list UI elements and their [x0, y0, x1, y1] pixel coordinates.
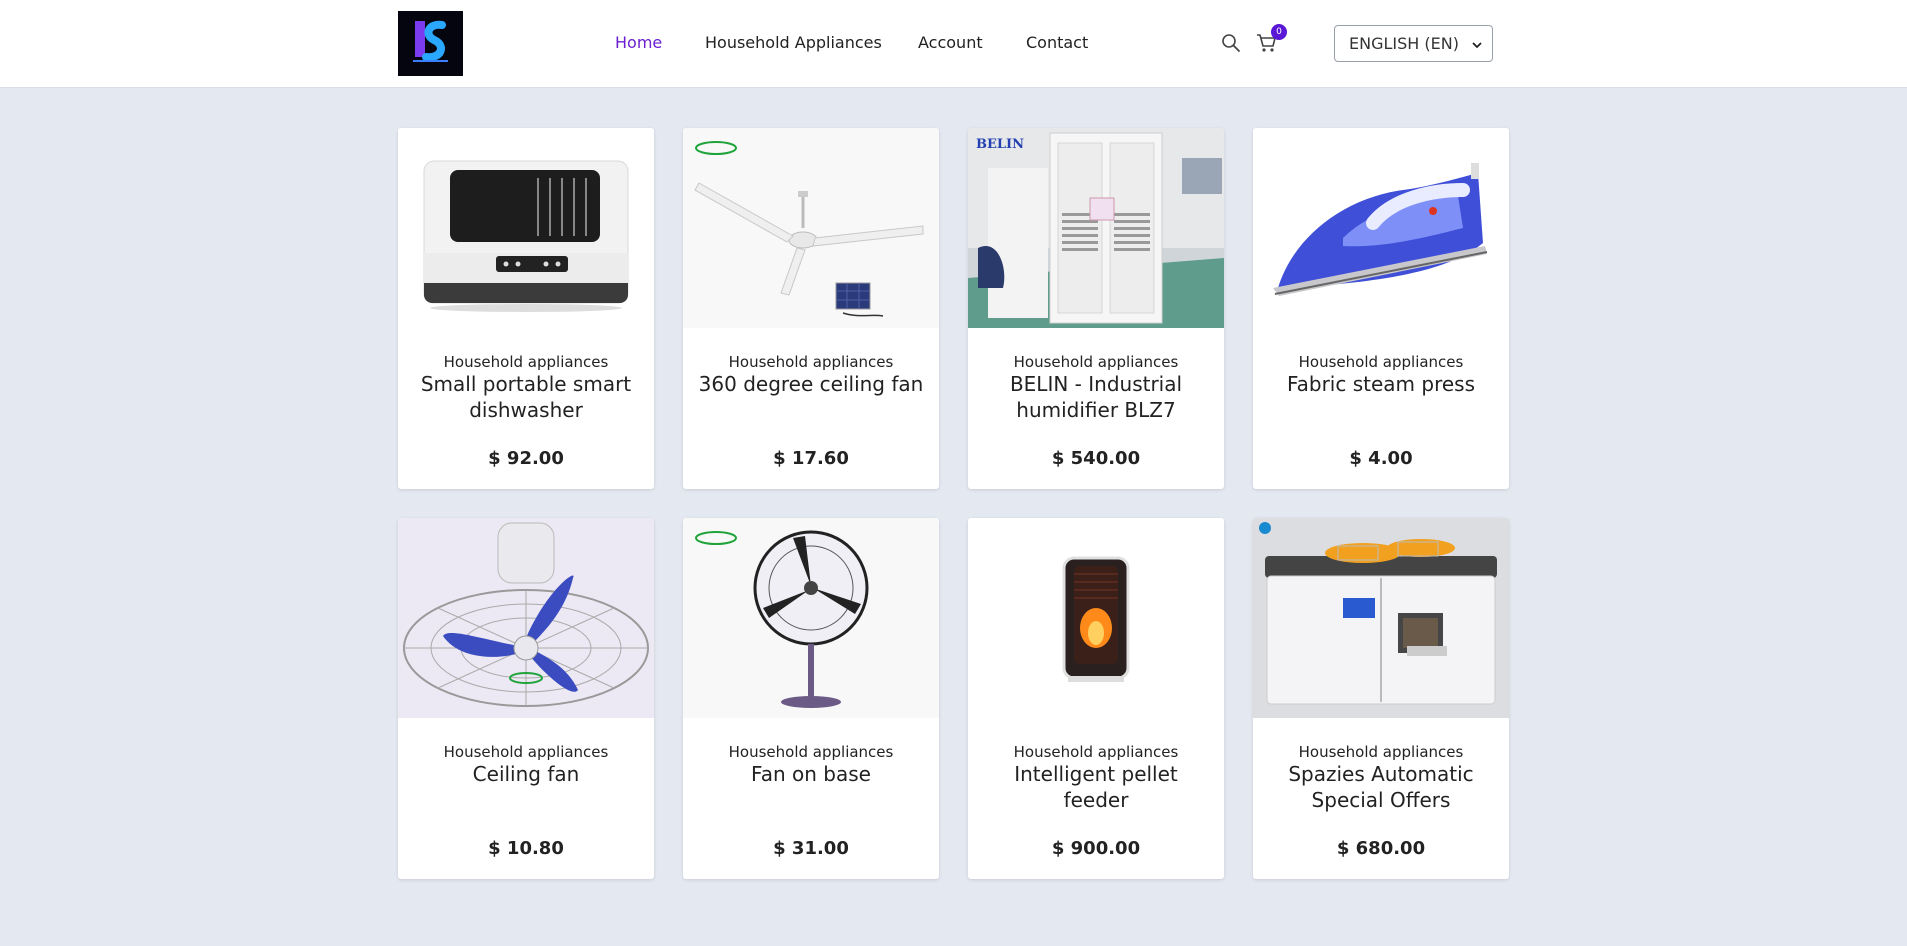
- product-name[interactable]: BELIN - Industrial humidifier BLZ7: [982, 371, 1210, 423]
- product-category: Household appliances: [728, 353, 894, 371]
- cart-count-badge: 0: [1271, 24, 1287, 40]
- product-image-automatic-machine[interactable]: [1253, 518, 1509, 718]
- product-image-pellet-stove[interactable]: [968, 518, 1224, 718]
- product-price: $ 10.80: [488, 838, 564, 859]
- nav-account[interactable]: Account: [918, 33, 983, 52]
- product-price: $ 92.00: [488, 448, 564, 469]
- product-price: $ 900.00: [1051, 838, 1141, 859]
- product-image-ceiling-fan-solar[interactable]: [683, 128, 939, 328]
- product-image-steam-iron[interactable]: [1253, 128, 1509, 328]
- product-card[interactable]: BELIN Household appliances BELIN - Indus…: [968, 128, 1224, 489]
- product-name[interactable]: Fabric steam press: [1267, 371, 1495, 397]
- belin-brand-text: BELIN: [976, 137, 1024, 152]
- product-card[interactable]: Household appliances Spazies Automatic S…: [1253, 518, 1509, 879]
- product-name[interactable]: Intelligent pellet feeder: [982, 761, 1210, 813]
- chevron-down-icon: [1472, 40, 1482, 50]
- product-category: Household appliances: [728, 743, 894, 761]
- product-price: $ 680.00: [1336, 838, 1426, 859]
- nav-contact[interactable]: Contact: [1026, 33, 1088, 52]
- main-nav: Home Household Appliances Account Contac…: [0, 0, 1907, 88]
- product-card[interactable]: Household appliances Intelligent pellet …: [968, 518, 1224, 879]
- product-image-pedestal-fan[interactable]: [683, 518, 939, 718]
- product-card[interactable]: Household appliances Ceiling fan $ 10.80: [398, 518, 654, 879]
- product-category: Household appliances: [1013, 743, 1179, 761]
- product-name[interactable]: Fan on base: [697, 761, 925, 787]
- product-card[interactable]: Household appliances 360 degree ceiling …: [683, 128, 939, 489]
- product-price: $ 540.00: [1051, 448, 1141, 469]
- product-image-industrial-humidifier[interactable]: BELIN: [968, 128, 1224, 328]
- product-category: Household appliances: [443, 353, 609, 371]
- language-select-value: ENGLISH (EN): [1349, 34, 1459, 53]
- product-name[interactable]: Ceiling fan: [412, 761, 640, 787]
- product-category: Household appliances: [1013, 353, 1179, 371]
- product-name[interactable]: 360 degree ceiling fan: [697, 371, 925, 397]
- product-name[interactable]: Small portable smart dishwasher: [412, 371, 640, 423]
- product-image-orbit-fan[interactable]: [398, 518, 654, 718]
- product-name[interactable]: Spazies Automatic Special Offers: [1267, 761, 1495, 813]
- product-category: Household appliances: [1298, 353, 1464, 371]
- site-header: Home Household Appliances Account Contac…: [0, 0, 1907, 88]
- product-price: $ 17.60: [773, 448, 849, 469]
- product-category: Household appliances: [443, 743, 609, 761]
- product-card[interactable]: Household appliances Small portable smar…: [398, 128, 654, 489]
- language-select[interactable]: ENGLISH (EN): [1334, 25, 1493, 62]
- product-image-dishwasher[interactable]: [398, 128, 654, 328]
- product-card[interactable]: Household appliances Fan on base $ 31.00: [683, 518, 939, 879]
- search-icon[interactable]: [1221, 33, 1241, 53]
- product-price: $ 4.00: [1349, 448, 1413, 469]
- product-category: Household appliances: [1298, 743, 1464, 761]
- nav-household-appliances[interactable]: Household Appliances: [705, 33, 882, 52]
- nav-home[interactable]: Home: [615, 33, 662, 52]
- product-price: $ 31.00: [773, 838, 849, 859]
- product-card[interactable]: Household appliances Fabric steam press …: [1253, 128, 1509, 489]
